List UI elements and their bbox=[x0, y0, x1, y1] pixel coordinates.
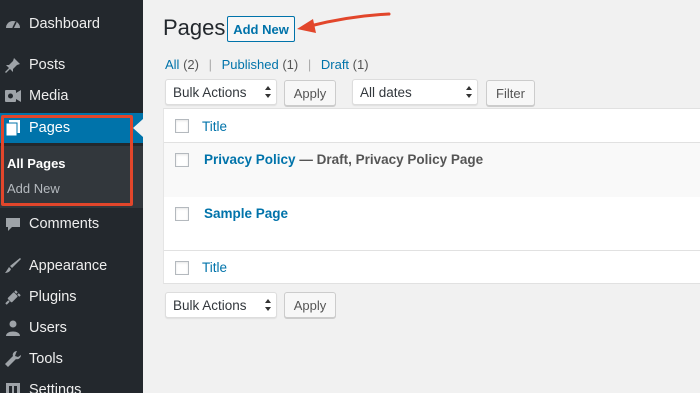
users-icon bbox=[4, 319, 22, 337]
table-row: Sample Page bbox=[164, 197, 700, 250]
sidebar-item-settings[interactable]: Settings bbox=[0, 375, 143, 393]
sidebar-item-tools[interactable]: Tools bbox=[0, 344, 143, 374]
bulk-actions-select-bottom[interactable]: Bulk Actions bbox=[165, 292, 277, 318]
brush-icon bbox=[4, 257, 22, 275]
status-filters: All (2) | Published (1) | Draft (1) bbox=[165, 57, 369, 72]
apply-button-top[interactable]: Apply bbox=[284, 80, 336, 106]
filter-published[interactable]: Published bbox=[222, 57, 279, 72]
table-row: Privacy Policy — Draft, Privacy Policy P… bbox=[164, 143, 700, 197]
dates-value: All dates bbox=[360, 84, 412, 100]
row-title-link[interactable]: Privacy Policy bbox=[204, 152, 296, 167]
sidebar-item-label: Appearance bbox=[29, 258, 108, 274]
select-arrows-icon bbox=[265, 86, 271, 98]
dates-select[interactable]: All dates bbox=[352, 79, 478, 105]
sidebar-item-posts[interactable]: Posts bbox=[0, 50, 143, 80]
sidebar-item-comments[interactable]: Comments bbox=[0, 209, 143, 239]
current-menu-indicator bbox=[133, 119, 143, 137]
bulk-actions-value: Bulk Actions bbox=[173, 84, 247, 100]
sidebar-item-label: Tools bbox=[29, 351, 63, 367]
select-all-checkbox[interactable] bbox=[175, 119, 189, 133]
row-checkbox[interactable] bbox=[175, 153, 189, 167]
settings-icon bbox=[4, 381, 22, 393]
filter-button[interactable]: Filter bbox=[486, 80, 535, 106]
sidebar-item-label: Users bbox=[29, 320, 67, 336]
sidebar-item-users[interactable]: Users bbox=[0, 313, 143, 343]
apply-button-bottom[interactable]: Apply bbox=[284, 292, 336, 318]
row-title: Privacy Policy — Draft, Privacy Policy P… bbox=[204, 152, 483, 167]
dashboard-icon bbox=[4, 15, 22, 33]
row-checkbox[interactable] bbox=[175, 207, 189, 221]
add-new-button[interactable]: Add New bbox=[227, 16, 295, 42]
plugin-icon bbox=[4, 288, 22, 306]
filter-separator: | bbox=[307, 57, 312, 72]
table-header: Title bbox=[164, 109, 700, 142]
table-footer: Title bbox=[164, 251, 700, 283]
comments-icon bbox=[4, 215, 22, 233]
select-arrows-icon bbox=[466, 86, 472, 98]
select-all-checkbox-footer[interactable] bbox=[175, 261, 189, 275]
filter-published-count: (1) bbox=[282, 57, 299, 72]
sidebar-item-label: Settings bbox=[29, 382, 82, 393]
post-state: — Draft, Privacy Policy Page bbox=[295, 152, 484, 167]
sidebar-item-label: Posts bbox=[29, 57, 66, 73]
media-icon bbox=[4, 87, 22, 105]
bulk-actions-value: Bulk Actions bbox=[173, 297, 247, 313]
filter-separator: | bbox=[208, 57, 212, 72]
bulk-actions-select-top[interactable]: Bulk Actions bbox=[165, 79, 277, 105]
sidebar-item-appearance[interactable]: Appearance bbox=[0, 251, 143, 281]
sidebar-item-label: Media bbox=[29, 88, 69, 104]
sidebar-item-label: Plugins bbox=[29, 289, 77, 305]
wrench-icon bbox=[4, 350, 22, 368]
select-arrows-icon bbox=[265, 299, 271, 311]
filter-all[interactable]: All bbox=[165, 57, 179, 72]
annotation-arrow bbox=[297, 12, 391, 33]
column-title-sort-footer[interactable]: Title bbox=[202, 260, 227, 275]
column-title-sort[interactable]: Title bbox=[202, 119, 227, 134]
row-title-link[interactable]: Sample Page bbox=[204, 206, 288, 221]
row-title: Sample Page bbox=[204, 206, 288, 221]
filter-draft-count: (1) bbox=[352, 57, 369, 72]
page-title: Pages bbox=[163, 15, 226, 40]
sidebar-item-label: Comments bbox=[29, 216, 100, 232]
filter-all-count: (2) bbox=[183, 57, 199, 72]
admin-sidebar: Dashboard Posts Media Pages All Pages Ad… bbox=[0, 0, 143, 393]
pages-table: Title Privacy Policy — Draft, Privacy Po… bbox=[163, 108, 700, 284]
filter-draft[interactable]: Draft bbox=[321, 57, 349, 72]
pages-highlight-box bbox=[1, 115, 133, 206]
sidebar-item-plugins[interactable]: Plugins bbox=[0, 282, 143, 312]
sidebar-item-label: Dashboard bbox=[29, 16, 100, 32]
sidebar-item-media[interactable]: Media bbox=[0, 81, 143, 111]
sidebar-item-dashboard[interactable]: Dashboard bbox=[0, 9, 143, 39]
pin-icon bbox=[4, 56, 22, 74]
